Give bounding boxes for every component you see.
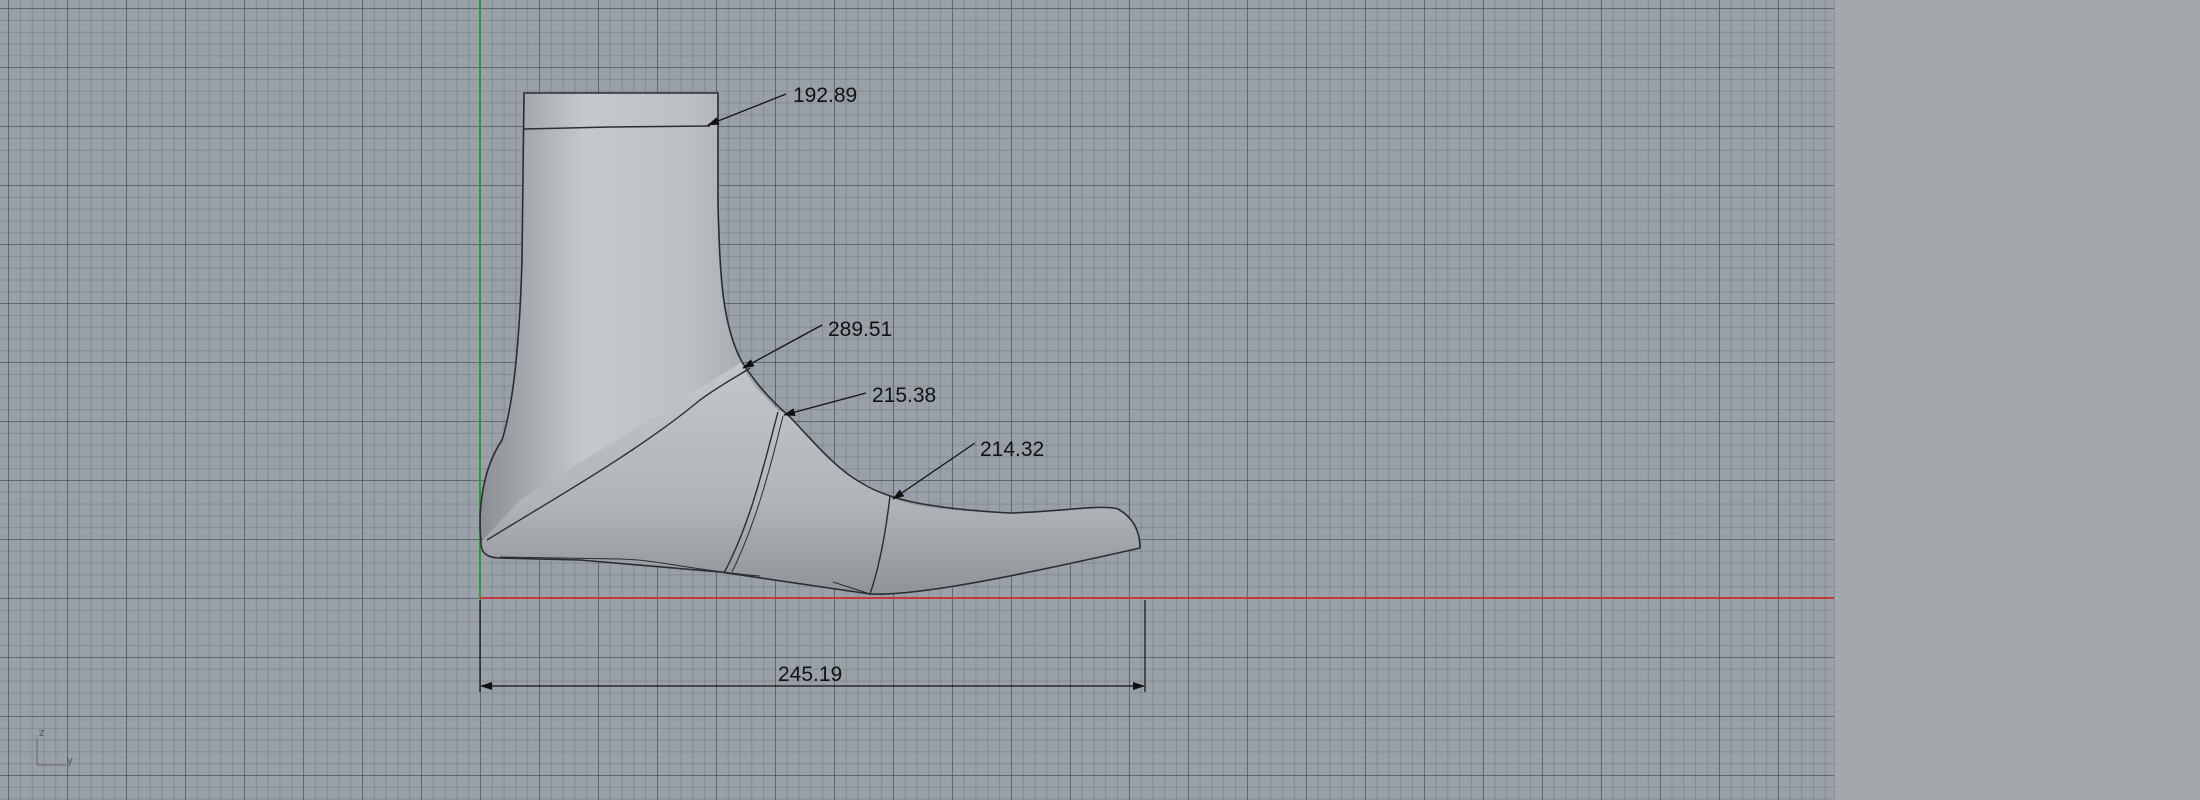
dimension-label-length: 245.19 — [778, 663, 842, 686]
dimension-label-waist: 215.38 — [872, 384, 936, 407]
side-panel — [1835, 0, 2200, 800]
dimension-label-instep: 289.51 — [828, 318, 892, 341]
dimension-label-ankle-top: 192.89 — [793, 84, 857, 107]
scene-canvas: 192.89 289.51 215.38 214.32 245.19 z y — [36, 0, 1834, 767]
boot-model[interactable] — [479, 92, 1141, 595]
dimension-instep[interactable]: 289.51 — [742, 318, 892, 369]
dimension-ankle-top[interactable]: 192.89 — [707, 84, 857, 126]
axis-widget-z-label: z — [39, 727, 45, 739]
dimension-length[interactable]: 245.19 — [479, 600, 1146, 692]
viewport-right[interactable]: 192.89 289.51 215.38 214.32 245.19 z y — [0, 0, 1835, 800]
axis-widget-y-label: y — [67, 755, 73, 767]
dimension-ball[interactable]: 214.32 — [892, 438, 1044, 500]
dimension-label-ball: 214.32 — [980, 438, 1044, 461]
dimension-waist[interactable]: 215.38 — [783, 384, 936, 417]
axis-widget: z y — [36, 727, 73, 767]
